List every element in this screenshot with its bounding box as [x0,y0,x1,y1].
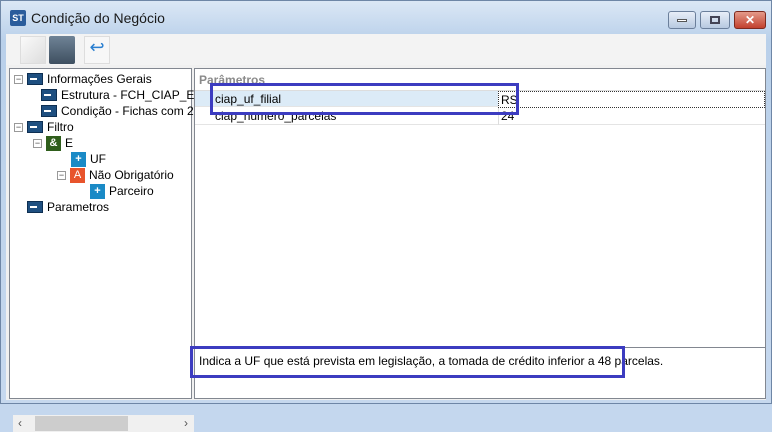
tree-item-parceiro[interactable]: + Parceiro [90,183,154,199]
tree-item-nao-obrigatorio[interactable]: − A Não Obrigatório [57,167,174,183]
close-button[interactable]: ✕ [734,11,766,29]
collapse-icon[interactable]: − [14,122,23,132]
window-frame: ST Condição do Negócio ✕ ↩ − Informações … [0,0,772,432]
node-icon [41,89,57,101]
tree-item-informacoes-gerais[interactable]: − Informações Gerais [14,71,152,87]
close-icon: ✕ [744,13,756,27]
highlight-box-description [190,346,625,378]
horizontal-scrollbar[interactable]: ‹ › [13,415,194,432]
scroll-thumb[interactable] [35,416,128,431]
node-icon [27,201,43,213]
plus-icon: + [90,183,105,199]
tree-item-parametros[interactable]: Parametros [27,199,109,215]
tree-item-condicao[interactable]: Condição - Fichas com 2 [41,103,194,119]
minimize-icon [677,19,687,22]
tree-item-e[interactable]: − & E [33,135,73,151]
tree-item-filtro[interactable]: − Filtro [14,119,74,135]
minimize-button[interactable] [668,11,696,29]
scroll-left-icon[interactable]: ‹ [18,416,22,430]
collapse-icon[interactable]: − [33,138,42,148]
undo-icon[interactable]: ↩ [84,36,110,64]
toolbar: ↩ [6,34,766,65]
maximize-button[interactable] [700,11,730,29]
and-icon: & [46,135,61,151]
param-value-input[interactable]: RS [498,91,765,108]
optional-icon: A [70,167,85,183]
node-icon [41,105,57,117]
highlight-box-param [210,83,519,115]
tree-panel: − Informações Gerais Estrutura - FCH_CIAP… [9,68,194,432]
plus-icon: + [71,151,86,167]
node-icon [27,121,43,133]
node-icon [27,73,43,85]
tree-item-estrutura[interactable]: Estrutura - FCH_CIAP_E [41,87,194,103]
save-icon[interactable] [49,36,75,64]
app-icon: ST [10,10,26,26]
collapse-icon[interactable]: − [14,74,23,84]
maximize-icon [710,16,720,24]
param-value[interactable]: 24 [498,108,765,125]
collapse-icon[interactable]: − [57,170,66,180]
new-document-icon[interactable] [20,36,46,64]
tree-item-uf[interactable]: + UF [71,151,106,167]
scroll-right-icon[interactable]: › [184,416,188,430]
window-title: Condição do Negócio [31,10,165,26]
